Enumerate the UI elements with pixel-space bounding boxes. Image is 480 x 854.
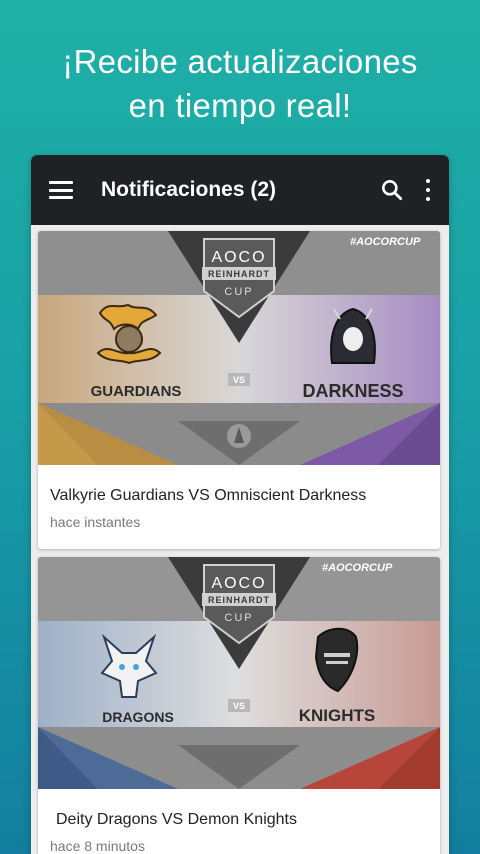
banner-vs: VS (233, 375, 245, 385)
more-vert-icon[interactable] (425, 179, 431, 201)
banner-hashtag: #AOCORCUP (322, 562, 393, 574)
notification-title: Deity Dragons VS Demon Knights (56, 811, 297, 828)
left-team-name: GUARDIANS (91, 383, 182, 400)
promo-headline-line1: ¡Recibe actualizaciones (62, 43, 418, 80)
notification-card[interactable]: AOCO REINHARDT CUP #AOCORCUP DRAGONS KNI… (38, 557, 440, 854)
banner-hashtag: #AOCORCUP (350, 236, 421, 248)
notification-time: hace instantes (50, 514, 141, 530)
banner-logo-bottom: CUP (224, 286, 253, 298)
notification-card[interactable]: AOCO REINHARDT CUP #AOCORCUP GUARDIANS D… (38, 231, 440, 549)
notification-time: hace 8 minutos (50, 838, 145, 854)
banner-logo-top: AOCO (211, 575, 266, 592)
search-icon[interactable] (379, 177, 405, 203)
match-banner: AOCO REINHARDT CUP #AOCORCUP DRAGONS KNI… (38, 557, 440, 789)
banner-logo-top: AOCO (211, 249, 266, 266)
app-bar-title: Notificaciones (2) (101, 178, 277, 201)
banner-logo-middle: REINHARDT (208, 595, 270, 605)
phone-screen: Notificaciones (2) AOCO REINHARDT CUP #A… (31, 155, 449, 854)
right-team-name: DARKNESS (302, 381, 403, 401)
banner-logo-middle: REINHARDT (208, 269, 270, 279)
banner-logo-bottom: CUP (224, 612, 253, 624)
left-team-name: DRAGONS (102, 709, 174, 725)
match-banner: AOCO REINHARDT CUP #AOCORCUP GUARDIANS D… (38, 231, 440, 465)
right-team-name: KNIGHTS (299, 706, 376, 725)
match-banner-graphic: AOCO REINHARDT CUP #AOCORCUP DRAGONS KNI… (38, 557, 440, 789)
promo-headline-line2: en tiempo real! (128, 87, 352, 124)
notification-title: Valkyrie Guardians VS Omniscient Darknes… (50, 487, 367, 504)
app-bar: Notificaciones (2) (31, 155, 449, 225)
match-banner-graphic: AOCO REINHARDT CUP #AOCORCUP GUARDIANS D… (38, 231, 440, 465)
promo-headline: ¡Recibe actualizaciones en tiempo real! (0, 40, 480, 128)
menu-icon[interactable] (49, 181, 73, 199)
banner-vs: VS (233, 701, 245, 711)
